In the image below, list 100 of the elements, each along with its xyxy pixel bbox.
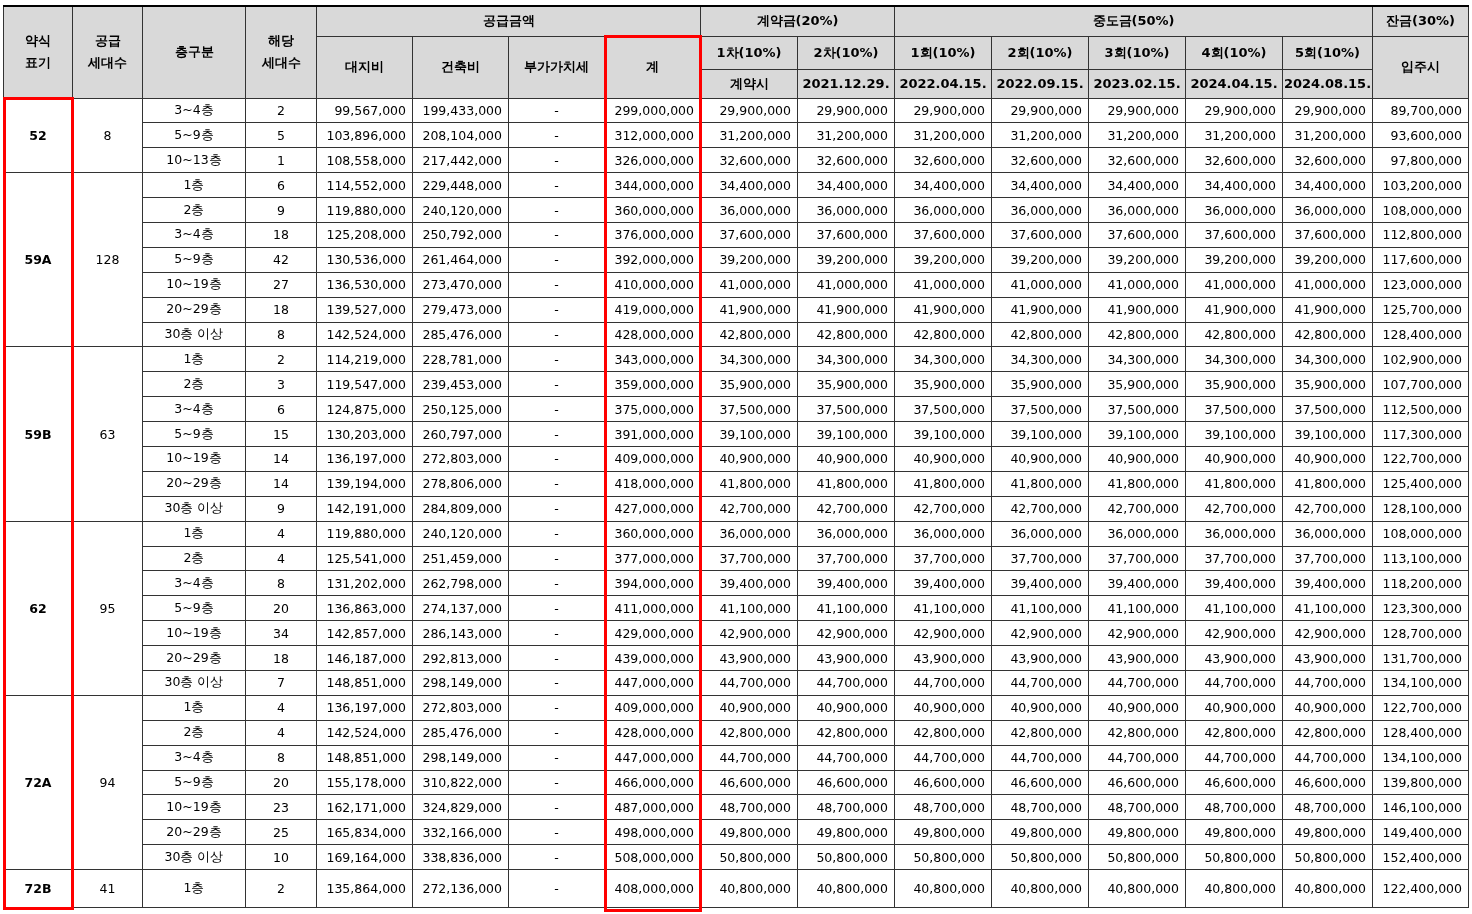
- table-cell: 41,000,000: [1185, 272, 1283, 298]
- table-cell: 46,600,000: [1185, 770, 1283, 795]
- table-cell: 8: [245, 570, 317, 596]
- table-cell: 50,800,000: [991, 844, 1089, 870]
- column-header: 2024.08.15.: [1282, 69, 1373, 98]
- table-cell: 146,187,000: [316, 645, 413, 671]
- table-cell: 39,200,000: [991, 247, 1089, 273]
- table-cell: 32,600,000: [1088, 147, 1186, 173]
- column-header: 2022.04.15.: [894, 69, 992, 98]
- table-cell: 43,900,000: [1185, 645, 1283, 671]
- table-cell: 285,476,000: [412, 720, 509, 746]
- table-cell: 32,600,000: [1185, 147, 1283, 173]
- table-cell: 272,136,000: [412, 869, 509, 908]
- table-cell: 41,000,000: [1088, 272, 1186, 298]
- table-cell: 1층: [142, 346, 246, 372]
- table-cell: 125,700,000: [1372, 297, 1469, 322]
- table-cell: 42,700,000: [991, 496, 1089, 522]
- table-cell: 32,600,000: [797, 147, 895, 173]
- column-header: 중도금(50%): [894, 6, 1373, 36]
- table-cell: 134,100,000: [1372, 745, 1469, 771]
- table-cell: 41,000,000: [1282, 272, 1373, 298]
- table-cell: 37,600,000: [1282, 222, 1373, 248]
- table-cell: 39,400,000: [1185, 570, 1283, 596]
- table-cell: 310,822,000: [412, 770, 509, 795]
- table-cell: 36,000,000: [1185, 521, 1283, 547]
- table-cell: 36,000,000: [700, 521, 798, 547]
- table-cell: 42,800,000: [1185, 322, 1283, 347]
- table-cell: 125,541,000: [316, 546, 413, 571]
- table-cell: 31,200,000: [797, 122, 895, 148]
- table-cell: 39,400,000: [700, 570, 798, 596]
- table-cell: 41,100,000: [991, 595, 1089, 621]
- table-cell: 229,448,000: [412, 172, 509, 198]
- table-cell: 42,800,000: [1185, 720, 1283, 746]
- table-cell: 35,900,000: [991, 371, 1089, 397]
- table-cell: 36,000,000: [894, 197, 992, 223]
- table-cell: 44,700,000: [894, 745, 992, 771]
- table-cell: 42,800,000: [991, 720, 1089, 746]
- table-cell: 146,100,000: [1372, 794, 1469, 820]
- table-cell: 20: [245, 770, 317, 795]
- table-cell: 114,219,000: [316, 346, 413, 372]
- table-cell: 37,700,000: [991, 546, 1089, 571]
- table-cell: 43,900,000: [991, 645, 1089, 671]
- table-cell: 40,900,000: [991, 695, 1089, 721]
- table-cell: 36,000,000: [991, 197, 1089, 223]
- table-cell: 40,900,000: [894, 446, 992, 472]
- table-cell: 107,700,000: [1372, 371, 1469, 397]
- column-header: 3회(10%): [1088, 36, 1186, 69]
- table-cell: 7: [245, 670, 317, 696]
- table-cell: 35,900,000: [700, 371, 798, 397]
- table-cell: 40,900,000: [894, 695, 992, 721]
- table-cell: 34,400,000: [894, 172, 992, 198]
- table-cell: 40,800,000: [991, 869, 1089, 908]
- column-header: 1회(10%): [894, 36, 992, 69]
- table-cell: 36,000,000: [797, 521, 895, 547]
- table-cell: 3~4층: [142, 745, 246, 771]
- table-cell: 40,900,000: [1088, 446, 1186, 472]
- table-cell: 128,400,000: [1372, 322, 1469, 347]
- table-cell: 35,900,000: [1282, 371, 1373, 397]
- table-cell: 40,800,000: [1088, 869, 1186, 908]
- table-cell: 30층 이상: [142, 322, 246, 347]
- table-cell: 6: [245, 172, 317, 198]
- table-cell: 39,100,000: [1185, 421, 1283, 447]
- table-cell: 2층: [142, 546, 246, 571]
- table-cell: 113,100,000: [1372, 546, 1469, 571]
- table-cell: 29,900,000: [991, 98, 1089, 123]
- table-cell: 32,600,000: [991, 147, 1089, 173]
- table-cell: 2층: [142, 371, 246, 397]
- column-header: 잔금(30%): [1372, 6, 1469, 36]
- table-cell: 128: [72, 172, 143, 347]
- table-cell: 44,700,000: [1282, 670, 1373, 696]
- table-cell: 36,000,000: [1088, 197, 1186, 223]
- table-cell: 139,527,000: [316, 297, 413, 322]
- table-cell: 39,400,000: [894, 570, 992, 596]
- table-cell: 142,524,000: [316, 720, 413, 746]
- table-cell: 97,800,000: [1372, 147, 1469, 173]
- table-cell: 272,803,000: [412, 446, 509, 472]
- table-cell: 130,536,000: [316, 247, 413, 273]
- table-cell: 34: [245, 620, 317, 646]
- table-cell: 40,900,000: [797, 695, 895, 721]
- table-cell: 29,900,000: [1088, 98, 1186, 123]
- table-cell: 39,200,000: [1185, 247, 1283, 273]
- table-cell: 3: [245, 371, 317, 397]
- table-cell: 37,700,000: [1282, 546, 1373, 571]
- table-cell: 37,700,000: [797, 546, 895, 571]
- table-cell: 42,800,000: [1088, 720, 1186, 746]
- table-cell: 41,900,000: [797, 297, 895, 322]
- table-cell: 250,792,000: [412, 222, 509, 248]
- table-cell: 41,800,000: [1185, 471, 1283, 497]
- table-cell: 39,200,000: [1282, 247, 1373, 273]
- table-cell: 124,875,000: [316, 396, 413, 422]
- table-cell: 29,900,000: [797, 98, 895, 123]
- table-cell: 5~9층: [142, 247, 246, 273]
- table-cell: 1층: [142, 695, 246, 721]
- table-cell: 29,900,000: [700, 98, 798, 123]
- column-header: 계약시: [700, 69, 798, 98]
- table-cell: 41,800,000: [991, 471, 1089, 497]
- table-cell: 46,600,000: [797, 770, 895, 795]
- table-cell: 284,809,000: [412, 496, 509, 522]
- table-cell: 42,900,000: [1282, 620, 1373, 646]
- table-cell: 29,900,000: [1185, 98, 1283, 123]
